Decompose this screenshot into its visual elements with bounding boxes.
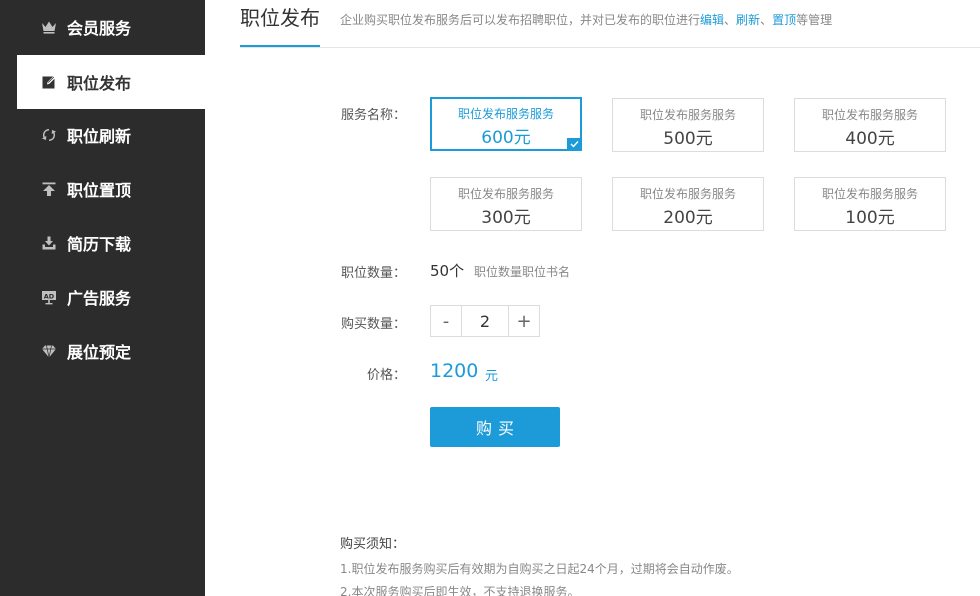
sidebar-item-job-refresh[interactable]: 职位刷新: [0, 108, 205, 162]
price-value: 1200: [430, 360, 479, 382]
service-option-600[interactable]: 职位发布服务服务 600元: [430, 97, 582, 151]
service-option-name: 职位发布服务服务: [821, 108, 918, 122]
job-count-label: 职位数量：: [340, 266, 406, 281]
buy-quantity-label: 购买数量：: [340, 317, 406, 332]
sidebar-item-member-service[interactable]: 会员服务: [0, 0, 205, 54]
page-title: 职位发布: [240, 5, 320, 47]
job-count-note: 职位数量职位书名: [474, 265, 571, 279]
service-option-name: 职位发布服务服务: [457, 107, 554, 121]
desc-suffix: 等管理: [796, 13, 833, 27]
notice-line: 2.本次服务购买后即生效，不支持退换服务。: [340, 585, 580, 596]
sidebar-item-job-top[interactable]: 职位置顶: [0, 162, 205, 216]
service-option-price: 100元: [845, 208, 895, 228]
sidebar-item-label: 职位刷新: [67, 127, 132, 146]
sidebar-item-label: 职位发布: [67, 74, 132, 93]
checkmark-icon: [567, 138, 581, 150]
crown-icon: [40, 18, 58, 36]
price-label: 价格：: [366, 368, 406, 383]
service-option-name: 职位发布服务服务: [639, 187, 736, 201]
sidebar-item-ad-service[interactable]: AD 广告服务: [0, 270, 205, 324]
service-option-200[interactable]: 职位发布服务服务 200元: [612, 177, 764, 231]
notice-title: 购买须知：: [340, 537, 406, 552]
edit-icon: [40, 73, 58, 91]
price-unit: 元: [485, 369, 499, 384]
service-option-100[interactable]: 职位发布服务服务 100元: [794, 177, 946, 231]
service-option-name: 职位发布服务服务: [457, 187, 554, 201]
service-option-price: 300元: [481, 208, 531, 228]
service-option-name: 职位发布服务服务: [639, 108, 736, 122]
service-option-price: 200元: [663, 208, 713, 228]
desc-prefix: 企业购买职位发布服务后可以发布招聘职位，并对已发布的职位进行: [340, 13, 701, 27]
refresh-link[interactable]: 刷新: [736, 13, 760, 27]
increment-button[interactable]: +: [508, 306, 539, 336]
sidebar-item-job-post[interactable]: 职位发布: [17, 55, 205, 109]
sidebar-item-label: 简历下载: [67, 235, 132, 254]
pin-top-icon: [40, 180, 58, 198]
sidebar-item-label: 广告服务: [67, 289, 132, 308]
service-option-name: 职位发布服务服务: [821, 187, 918, 201]
service-option-400[interactable]: 职位发布服务服务 400元: [794, 98, 946, 152]
sidebar: 会员服务 职位发布 职位刷新 职位置顶 简历下载 AD 广告服务 展位预定: [0, 0, 205, 596]
page-header: 职位发布 企业购买职位发布服务后可以发布招聘职位，并对已发布的职位进行编辑、刷新…: [240, 0, 980, 48]
service-option-price: 500元: [663, 129, 713, 149]
svg-text:AD: AD: [44, 293, 55, 301]
desc-separator: 、: [760, 13, 773, 27]
refresh-icon: [40, 126, 58, 144]
service-option-price: 400元: [845, 129, 895, 149]
diamond-icon: [40, 342, 58, 360]
quantity-input[interactable]: [462, 306, 508, 336]
service-option-500[interactable]: 职位发布服务服务 500元: [612, 98, 764, 152]
download-icon: [40, 234, 58, 252]
sidebar-item-booth-booking[interactable]: 展位预定: [0, 324, 205, 378]
buy-button[interactable]: 购买: [430, 407, 560, 447]
sidebar-item-label: 会员服务: [67, 19, 132, 38]
ad-icon: AD: [40, 288, 58, 306]
page-description: 企业购买职位发布服务后可以发布招聘职位，并对已发布的职位进行编辑、刷新、置顶等管…: [340, 11, 832, 28]
sidebar-item-resume-download[interactable]: 简历下载: [0, 216, 205, 270]
decrement-button[interactable]: -: [431, 306, 462, 336]
service-option-price: 600元: [481, 128, 531, 148]
notice-line: 1.职位发布服务购买后有效期为自购买之日起24个月，过期将会自动作废。: [340, 562, 739, 576]
sidebar-item-label: 展位预定: [67, 343, 132, 362]
edit-link[interactable]: 编辑: [700, 13, 724, 27]
job-count-value: 50个: [430, 262, 465, 280]
sidebar-item-label: 职位置顶: [67, 181, 132, 200]
desc-separator: 、: [724, 13, 737, 27]
service-option-300[interactable]: 职位发布服务服务 300元: [430, 177, 582, 231]
quantity-stepper: - +: [430, 305, 540, 337]
service-name-label: 服务名称：: [340, 108, 406, 123]
top-link[interactable]: 置顶: [772, 13, 796, 27]
